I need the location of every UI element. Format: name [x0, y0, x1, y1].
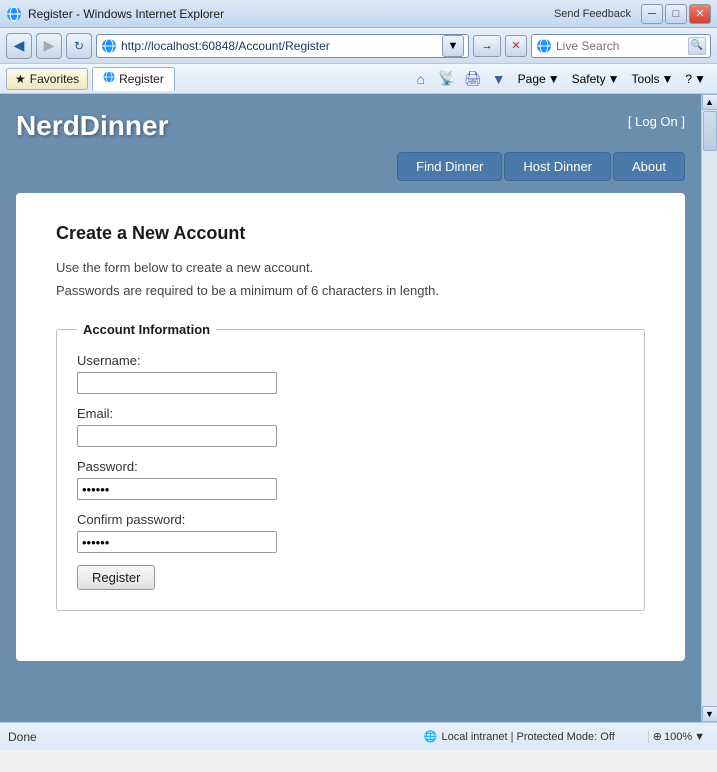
tools-label: Tools: [632, 72, 660, 86]
print-button[interactable]: 🖨: [461, 67, 485, 91]
status-bar: Done 🌐 Local intranet | Protected Mode: …: [0, 722, 717, 750]
site-title: NerdDinner: [16, 110, 168, 142]
browser-content: NerdDinner [ Log On ] Find Dinner Host D…: [0, 94, 717, 722]
username-field: Username:: [77, 353, 624, 394]
confirm-password-label: Confirm password:: [77, 512, 624, 527]
log-on-link[interactable]: [ Log On ]: [628, 114, 685, 129]
tab-register[interactable]: Register: [92, 67, 175, 91]
host-dinner-button[interactable]: Host Dinner: [504, 152, 611, 181]
close-button[interactable]: ✕: [689, 4, 711, 24]
page-dropdown[interactable]: Page ▼: [513, 67, 565, 91]
page-dropdown-arrow: ▼: [548, 72, 560, 86]
star-icon: ★: [15, 72, 26, 86]
page-label: Page: [518, 72, 546, 86]
live-search-icon: [536, 38, 552, 54]
status-text: Done: [8, 730, 37, 744]
password-label: Password:: [77, 459, 624, 474]
security-globe-icon: 🌐: [424, 730, 438, 743]
confirm-password-input[interactable]: [77, 531, 277, 553]
nav-menu: Find Dinner Host Dinner About: [16, 152, 685, 181]
status-security: 🌐 Local intranet | Protected Mode: Off: [424, 730, 615, 743]
print-dropdown[interactable]: ▼: [487, 67, 511, 91]
home-button[interactable]: ⌂: [409, 67, 433, 91]
send-feedback-link[interactable]: Send Feedback: [546, 4, 639, 24]
minimize-button[interactable]: ─: [641, 4, 663, 24]
confirm-password-field: Confirm password:: [77, 512, 624, 553]
site-header: NerdDinner [ Log On ]: [16, 110, 685, 142]
live-search-input[interactable]: [556, 39, 688, 53]
safety-label: Safety: [572, 72, 606, 86]
forward-button[interactable]: ▶: [36, 33, 62, 59]
content-area: Create a New Account Use the form below …: [16, 193, 685, 661]
url-input[interactable]: [121, 39, 442, 53]
tools-dropdown[interactable]: Tools ▼: [627, 67, 679, 91]
password-input[interactable]: [77, 478, 277, 500]
favorites-button[interactable]: ★ Favorites: [6, 68, 88, 90]
toolbar-icons: ⌂ 📡 🖨 ▼ Page ▼ Safety ▼ Tools ▼ ? ▼: [409, 67, 711, 91]
tab-ie-icon: [103, 71, 115, 86]
address-bar: ◀ ▶ ↻ ▼ → ✕ 🔍: [0, 28, 717, 64]
zoom-text: 100%: [664, 731, 692, 743]
security-text: Local intranet | Protected Mode: Off: [442, 731, 615, 743]
favorites-label: Favorites: [30, 72, 79, 86]
refresh-button[interactable]: ↻: [66, 33, 92, 59]
search-go-button[interactable]: 🔍: [688, 37, 706, 55]
form-description: Use the form below to create a new accou…: [56, 260, 645, 275]
bookmarks-bar: ★ Favorites Register ⌂ 📡 🖨 ▼ Page ▼ Safe…: [0, 64, 717, 94]
window-controls: Send Feedback ─ □ ✕: [546, 4, 711, 24]
ie-icon: [6, 6, 22, 22]
feeds-button[interactable]: 📡: [435, 67, 459, 91]
stop-button[interactable]: ✕: [505, 35, 527, 57]
safety-dropdown-arrow: ▼: [608, 72, 620, 86]
zoom-arrow-icon: ▼: [694, 731, 705, 743]
email-input[interactable]: [77, 425, 277, 447]
nerddinner-page: NerdDinner [ Log On ] Find Dinner Host D…: [0, 94, 701, 722]
account-info-fieldset: Account Information Username: Email: Pas…: [56, 322, 645, 611]
address-input-wrap: ▼: [96, 34, 469, 58]
form-title: Create a New Account: [56, 223, 645, 244]
zoom-icon: ⊕: [653, 730, 662, 743]
back-button[interactable]: ◀: [6, 33, 32, 59]
fieldset-legend: Account Information: [77, 322, 216, 337]
live-search-wrap: 🔍: [531, 34, 711, 58]
scrollbar-right: ▲ ▼: [701, 94, 717, 722]
email-field: Email:: [77, 406, 624, 447]
page-content: NerdDinner [ Log On ] Find Dinner Host D…: [0, 94, 701, 722]
find-dinner-button[interactable]: Find Dinner: [397, 152, 502, 181]
tab-strip: Register: [92, 67, 405, 91]
maximize-button[interactable]: □: [665, 4, 687, 24]
password-note: Passwords are required to be a minimum o…: [56, 283, 645, 298]
scroll-up-button[interactable]: ▲: [702, 94, 717, 110]
register-button[interactable]: Register: [77, 565, 155, 590]
title-bar: Register - Windows Internet Explorer Sen…: [0, 0, 717, 28]
tab-label: Register: [119, 72, 164, 86]
email-label: Email:: [77, 406, 624, 421]
help-label: ?: [685, 72, 692, 86]
page-icon: [101, 38, 117, 54]
scroll-thumb[interactable]: [703, 111, 717, 151]
password-field: Password:: [77, 459, 624, 500]
status-zoom[interactable]: ⊕ 100% ▼: [648, 730, 709, 743]
scroll-track: [702, 110, 717, 706]
help-dropdown[interactable]: ? ▼: [680, 67, 711, 91]
username-input[interactable]: [77, 372, 277, 394]
about-button[interactable]: About: [613, 152, 685, 181]
help-dropdown-arrow: ▼: [694, 72, 706, 86]
username-label: Username:: [77, 353, 624, 368]
go-button[interactable]: →: [473, 35, 501, 57]
address-dropdown-button[interactable]: ▼: [442, 35, 464, 57]
scroll-down-button[interactable]: ▼: [702, 706, 717, 722]
window-title: Register - Windows Internet Explorer: [28, 7, 546, 21]
tools-dropdown-arrow: ▼: [662, 72, 674, 86]
safety-dropdown[interactable]: Safety ▼: [567, 67, 625, 91]
